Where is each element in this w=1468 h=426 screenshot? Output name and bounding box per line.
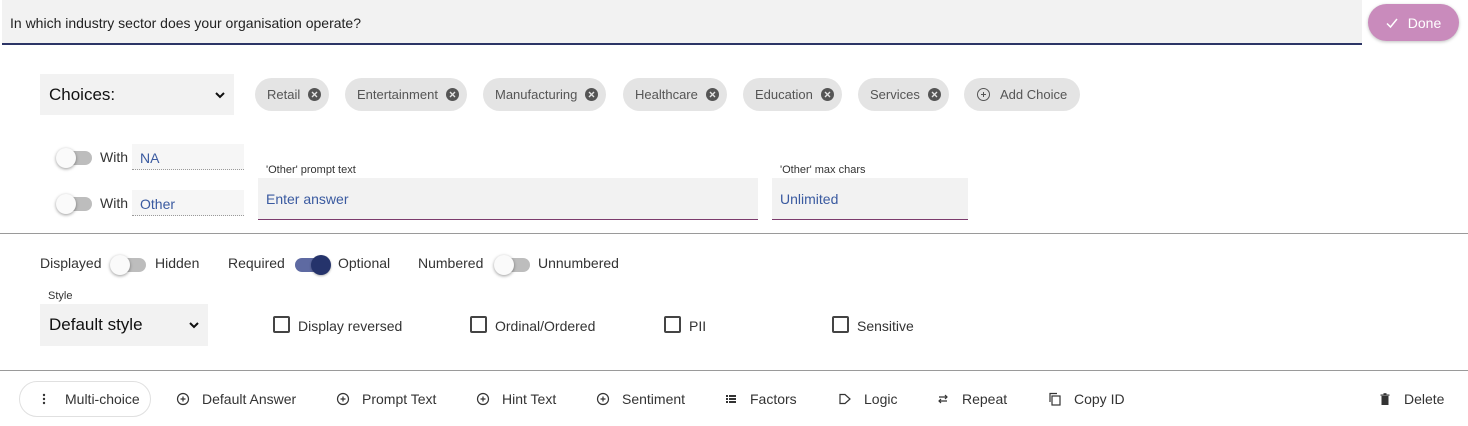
ordinal-label: Ordinal/Ordered [495, 318, 596, 334]
chevron-down-icon [215, 91, 225, 98]
displayed-label: Displayed [40, 255, 102, 271]
remove-icon[interactable] [585, 88, 599, 101]
trash-icon [1380, 393, 1390, 405]
multi-choice-button[interactable]: Multi-choice [19, 381, 151, 417]
na-text-input[interactable]: NA [132, 144, 244, 170]
style-label: Style [48, 290, 73, 302]
ordinal-checkbox[interactable] [470, 316, 487, 333]
section-divider [0, 233, 1468, 234]
style-select[interactable]: Default style [40, 304, 208, 346]
choice-chip[interactable]: Entertainment [345, 78, 467, 111]
with-other-toggle[interactable] [56, 192, 92, 214]
add-circle-icon [176, 392, 190, 406]
copy-id-button[interactable]: Copy ID [1048, 381, 1125, 417]
add-choice-button[interactable]: Add Choice [964, 78, 1081, 111]
sentiment-button[interactable]: Sentiment [596, 381, 685, 417]
default-answer-button[interactable]: Default Answer [176, 381, 296, 417]
hidden-label: Hidden [155, 255, 200, 271]
display-reversed-checkbox[interactable] [273, 316, 290, 333]
repeat-icon [938, 394, 948, 404]
pii-checkbox[interactable] [664, 316, 681, 333]
chevron-down-icon [189, 322, 199, 329]
logic-button[interactable]: Logic [838, 381, 897, 417]
remove-icon[interactable] [705, 88, 719, 101]
choices-type-select[interactable]: Choices: [40, 74, 234, 115]
choice-chip[interactable]: Services [858, 78, 949, 111]
more-vertical-icon [42, 393, 46, 405]
other-max-chars-label: 'Other' max chars [780, 164, 866, 176]
pii-label: PII [689, 318, 707, 334]
choice-chip[interactable]: Education [743, 78, 842, 111]
check-icon [1386, 18, 1398, 28]
factors-button[interactable]: Factors [724, 381, 797, 417]
repeat-button[interactable]: Repeat [936, 381, 1007, 417]
logic-icon [839, 393, 851, 405]
remove-icon[interactable] [820, 88, 834, 101]
done-button[interactable]: Done [1368, 4, 1459, 41]
hint-text-button[interactable]: Hint Text [476, 381, 556, 417]
remove-icon[interactable] [308, 88, 322, 101]
other-prompt-label: 'Other' prompt text [266, 164, 356, 176]
remove-icon[interactable] [927, 88, 941, 101]
with-na-toggle[interactable] [56, 146, 92, 168]
with-other-label: With [100, 195, 128, 211]
display-reversed-label: Display reversed [298, 318, 403, 334]
sensitive-label: Sensitive [857, 318, 914, 334]
question-text: In which industry sector does your organ… [10, 15, 361, 31]
visibility-toggle[interactable] [110, 253, 146, 275]
requirement-toggle[interactable] [293, 253, 331, 275]
choice-chip[interactable]: Healthcare [623, 78, 727, 111]
numbering-toggle[interactable] [494, 253, 530, 275]
unnumbered-label: Unnumbered [538, 255, 619, 271]
choice-chip[interactable]: Retail [255, 78, 330, 111]
optional-label: Optional [338, 255, 391, 271]
required-label: Required [228, 255, 285, 271]
prompt-text-button[interactable]: Prompt Text [336, 381, 436, 417]
add-circle-icon [336, 392, 350, 406]
numbered-label: Numbered [418, 255, 484, 271]
question-text-field[interactable]: In which industry sector does your organ… [2, 0, 1362, 45]
toolbar-divider [0, 370, 1468, 371]
delete-button[interactable]: Delete [1378, 381, 1444, 417]
other-text-input[interactable]: Other [132, 190, 244, 216]
other-prompt-input[interactable]: Enter answer [258, 178, 758, 220]
other-max-chars-input[interactable]: Unlimited [772, 178, 968, 220]
copy-icon [1049, 392, 1061, 406]
add-circle-icon [977, 88, 990, 101]
remove-icon[interactable] [445, 88, 459, 101]
list-icon [726, 395, 736, 403]
with-na-label: With [100, 149, 128, 165]
add-circle-icon [596, 392, 610, 406]
add-circle-icon [476, 392, 490, 406]
choice-chip[interactable]: Manufacturing [483, 78, 607, 111]
sensitive-checkbox[interactable] [832, 316, 849, 333]
